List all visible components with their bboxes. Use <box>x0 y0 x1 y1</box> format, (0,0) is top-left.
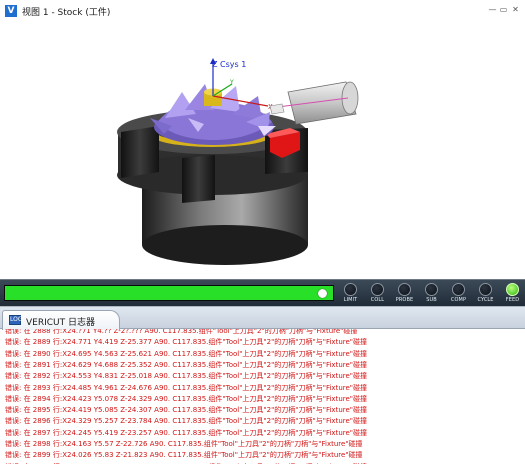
log-line: 错误: 在 2892 行:X24.553 Y4.831 Z-25.018 A90… <box>5 372 368 381</box>
log-tab-label: VERICUT 日志器 <box>26 318 95 328</box>
machine-scene: Z Csys 1 X Y <box>117 58 359 265</box>
log-line: 错误: 在 2889 行:X24.771 Y4.419 Z-25.377 A90… <box>5 338 368 347</box>
log-line: 错误: 在 2897 行:X24.245 Y5.419 Z-23.257 A90… <box>5 428 368 437</box>
status-light-label: PROBE <box>395 297 414 303</box>
log-line: 错误: 在 2891 行:X24.629 Y4.688 Z-25.352 A90… <box>5 360 368 369</box>
status-toolbar: LIMIT COLL PROBE SUB COMP CYCLE FEED <box>0 279 525 307</box>
status-lamp-icon <box>398 283 411 296</box>
3d-viewport[interactable]: Z Csys 1 X Y <box>0 22 525 279</box>
progress-knob <box>318 289 327 298</box>
view-window: V 视图 1 - Stock (工件) — ▭ ✕ Z Csys 1 Y <box>0 0 525 279</box>
status-light-label: COLL <box>370 297 385 303</box>
log-panel: LOG VERICUT 日志器 错误: 在 2888 行:X24.?71 Y4.… <box>0 306 525 464</box>
view-titlebar: V 视图 1 - Stock (工件) — ▭ ✕ <box>0 0 525 22</box>
status-light-feed[interactable]: FEED <box>498 281 525 306</box>
vericut-app-icon: V <box>5 5 17 17</box>
log-line: 错误: 在 2900 行:X23.882 Y6.102 Z-20.924 A90… <box>5 461 525 464</box>
log-line: 错误: 在 2890 行:X24.695 Y4.563 Z-25.621 A90… <box>5 349 368 358</box>
status-light-comp[interactable]: COMP <box>444 281 473 306</box>
close-icon[interactable]: ✕ <box>511 5 520 14</box>
status-light-label: LIMIT <box>343 297 358 303</box>
status-light-coll[interactable]: COLL <box>363 281 392 306</box>
status-light-label: FEED <box>505 297 520 303</box>
y-axis-label: Y <box>229 79 234 86</box>
log-tabbar: LOG VERICUT 日志器 <box>0 306 525 330</box>
status-lamp-icon <box>344 283 357 296</box>
log-line: 错误: 在 2893 行:X24.485 Y4.961 Z-24.676 A90… <box>5 383 368 392</box>
status-light-sub[interactable]: SUB <box>417 281 446 306</box>
csys-label: Z Csys 1 <box>212 60 246 69</box>
progress-fill <box>5 286 333 300</box>
view-title: 视图 1 - Stock (工件) <box>22 8 111 18</box>
log-line: 错误: 在 2896 行:X24.329 Y5.257 Z-23.784 A90… <box>5 417 368 426</box>
status-light-label: COMP <box>450 297 467 303</box>
log-line: 错误: 在 2899 行:X24.026 Y5.83 Z-21.823 A90.… <box>5 451 363 460</box>
tab-vericut-logger[interactable]: LOG VERICUT 日志器 <box>2 310 120 330</box>
status-lamp-icon <box>506 283 519 296</box>
log-line: 错误: 在 2895 行:X24.419 Y5.085 Z-24.307 A90… <box>5 406 368 415</box>
status-lamp-icon <box>425 283 438 296</box>
status-lamp-icon <box>479 283 492 296</box>
status-lamp-icon <box>452 283 465 296</box>
status-light-limit[interactable]: LIMIT <box>336 281 365 306</box>
maximize-icon[interactable]: ▭ <box>499 5 508 14</box>
progress-bar <box>4 285 334 301</box>
log-body[interactable]: 错误: 在 2888 行:X24.?71 Y4.?? Z-2?.??? A90.… <box>0 329 525 464</box>
status-light-label: SUB <box>426 297 437 303</box>
log-line: 错误: 在 2898 行:X24.163 Y5.57 Z-22.726 A90.… <box>5 440 363 448</box>
status-lamp-icon <box>371 283 384 296</box>
logger-icon: LOG <box>9 315 23 325</box>
status-light-cycle[interactable]: CYCLE <box>471 281 500 306</box>
log-line: 错误: 在 2894 行:X24.423 Y5.078 Z-24.329 A90… <box>5 394 368 403</box>
status-light-probe[interactable]: PROBE <box>390 281 419 306</box>
minimize-icon[interactable]: — <box>488 5 497 14</box>
status-light-label: CYCLE <box>477 297 494 303</box>
